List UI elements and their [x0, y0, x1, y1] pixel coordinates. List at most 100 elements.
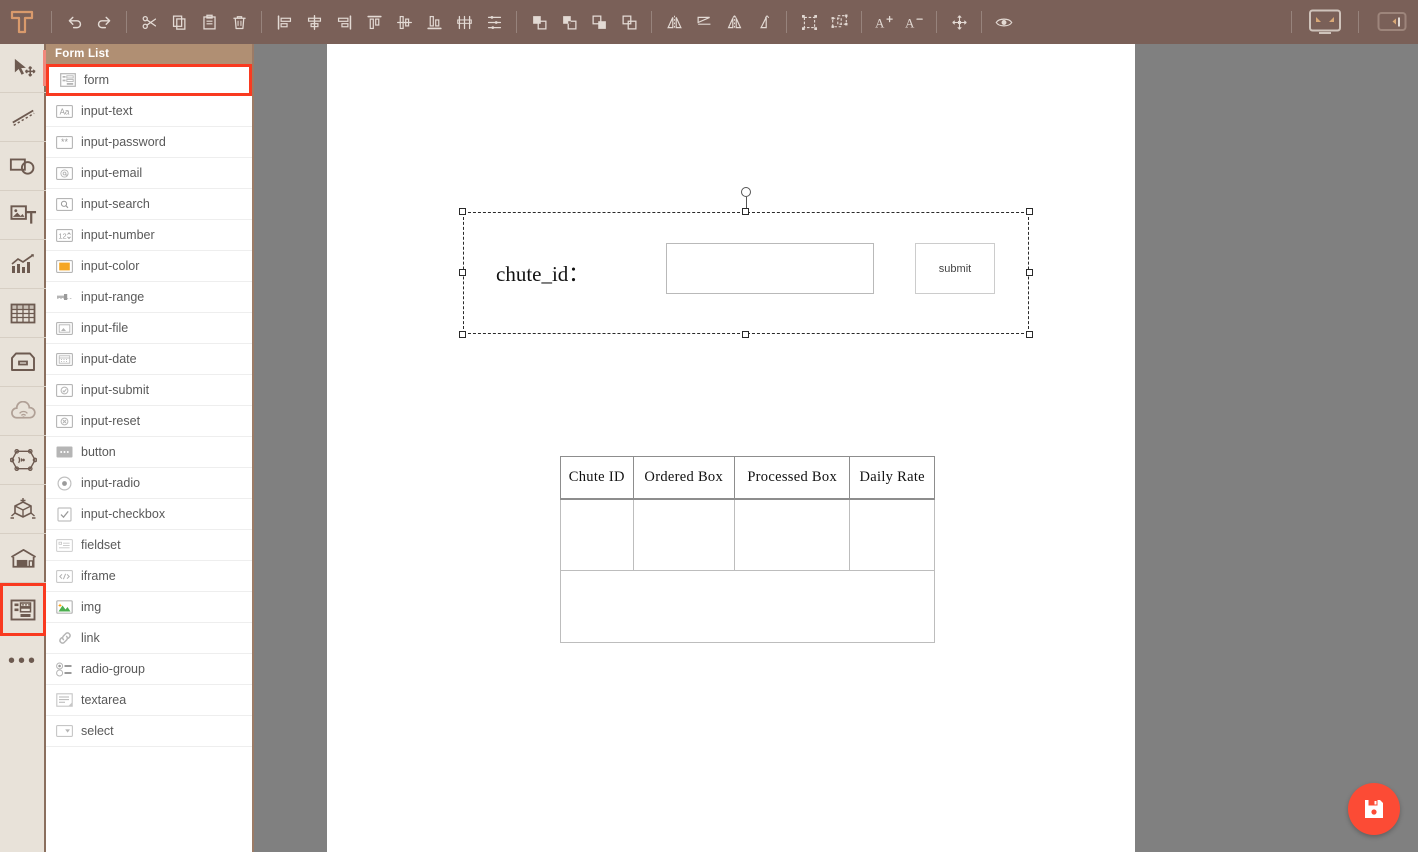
align-bottom-button[interactable] [421, 9, 447, 35]
table-cell[interactable] [849, 498, 935, 571]
form-list-item-label: input-color [81, 259, 140, 273]
rail-item-form[interactable] [0, 583, 46, 636]
link-icon [56, 630, 73, 647]
align-left-button[interactable] [271, 9, 297, 35]
form-list-item-iframe[interactable]: iframe [46, 561, 252, 592]
rail-item-more[interactable]: ••• [0, 636, 46, 685]
rail-item-select-move[interactable] [0, 44, 46, 93]
rail-item-cloud[interactable] [0, 387, 46, 436]
toolbar-divider [936, 11, 937, 33]
design-page[interactable]: chute_id： submit Chute ID Ordered Box Pr… [327, 44, 1135, 852]
form-list-item-input-file[interactable]: input-file [46, 313, 252, 344]
eye-icon [995, 18, 1013, 26]
font-increase-button[interactable]: A [871, 9, 897, 35]
preview-button[interactable] [991, 9, 1017, 35]
input-search-icon [56, 196, 73, 213]
paste-icon [202, 14, 216, 30]
table-cell[interactable] [632, 498, 735, 571]
cloud-wifi-icon [10, 400, 36, 419]
fullscreen-preview-button[interactable] [1299, 0, 1351, 44]
chute-id-input[interactable] [666, 243, 874, 294]
mirror-vertical-button[interactable] [751, 9, 777, 35]
form-list-item-input-color[interactable]: input-color [46, 251, 252, 282]
form-list-item-input-text[interactable]: Aa input-text [46, 96, 252, 127]
distribute-h-button[interactable] [451, 9, 477, 35]
form-list-item-form[interactable]: form [46, 64, 252, 96]
form-list-item-input-radio[interactable]: input-radio [46, 468, 252, 499]
bring-forward-icon [562, 15, 577, 30]
align-center-h-button[interactable] [301, 9, 327, 35]
rail-item-network[interactable] [0, 436, 46, 485]
form-list-item-input-email[interactable]: input-email [46, 158, 252, 189]
form-list-item-radio-group[interactable]: radio-group [46, 654, 252, 685]
move-resize-button[interactable] [946, 9, 972, 35]
mirror-vertical-icon [759, 14, 769, 28]
flip-horizontal-button[interactable] [661, 9, 687, 35]
redo-button[interactable] [91, 9, 117, 35]
input-number-icon: 12 [56, 227, 73, 244]
form-list-item-select[interactable]: select [46, 716, 252, 747]
form-list-item-img[interactable]: img [46, 592, 252, 623]
form-list-item-input-number[interactable]: 12 input-number [46, 220, 252, 251]
rotate-handle[interactable] [741, 187, 751, 197]
rail-item-image-text[interactable] [0, 191, 46, 240]
submit-button[interactable]: submit [915, 243, 995, 294]
align-middle-v-button[interactable] [391, 9, 417, 35]
rail-item-3d-model[interactable] [0, 485, 46, 534]
paste-button[interactable] [196, 9, 222, 35]
align-top-button[interactable] [361, 9, 387, 35]
align-right-icon [337, 14, 351, 30]
panel-toggle-icon [1377, 12, 1407, 31]
form-list-item-link[interactable]: link [46, 623, 252, 654]
rail-item-container[interactable] [0, 338, 46, 387]
copy-button[interactable] [166, 9, 192, 35]
form-list-item-input-submit[interactable]: input-submit [46, 375, 252, 406]
form-list-item-input-reset[interactable]: input-reset [46, 406, 252, 437]
form-panel-icon [10, 599, 36, 620]
save-button[interactable] [1348, 783, 1400, 835]
send-backward-button[interactable] [586, 9, 612, 35]
chute-table[interactable]: Chute ID Ordered Box Processed Box Daily… [560, 456, 935, 643]
delete-button[interactable] [226, 9, 252, 35]
form-list-item-label: input-submit [81, 383, 150, 397]
rail-item-shapes[interactable] [0, 142, 46, 191]
mirror-horizontal-button[interactable] [721, 9, 747, 35]
canvas-area[interactable]: chute_id： submit Chute ID Ordered Box Pr… [254, 44, 1418, 852]
input-range-icon [56, 289, 73, 306]
rail-item-table[interactable] [0, 289, 46, 338]
app-logo[interactable] [0, 0, 44, 44]
toolbar-divider [1358, 11, 1359, 33]
table-cell[interactable] [560, 570, 935, 643]
flip-vertical-button[interactable] [691, 9, 717, 35]
send-to-back-button[interactable] [616, 9, 642, 35]
font-decrease-button[interactable]: A [901, 9, 927, 35]
redo-icon [97, 16, 110, 28]
rail-item-warehouse[interactable] [0, 534, 46, 583]
distribute-v-button[interactable] [481, 9, 507, 35]
align-right-button[interactable] [331, 9, 357, 35]
table-header-cell: Processed Box [733, 456, 851, 500]
undo-button[interactable] [61, 9, 87, 35]
table-cell[interactable] [733, 498, 851, 571]
form-list-item-textarea[interactable]: textarea [46, 685, 252, 716]
fieldset-icon [56, 537, 73, 554]
bring-to-front-button[interactable] [526, 9, 552, 35]
group-button[interactable] [796, 9, 822, 35]
bring-forward-button[interactable] [556, 9, 582, 35]
form-list-item-input-search[interactable]: input-search [46, 189, 252, 220]
selected-form-widget[interactable]: chute_id： submit [459, 187, 1033, 338]
ungroup-button[interactable] [826, 9, 852, 35]
panel-toggle-button[interactable] [1366, 0, 1418, 44]
rail-item-charts[interactable] [0, 240, 46, 289]
form-list-item-fieldset[interactable]: fieldset [46, 530, 252, 561]
rail-item-line-path[interactable] [0, 93, 46, 142]
form-list-item-input-range[interactable]: input-range [46, 282, 252, 313]
form-list-item-input-password[interactable]: ** input-password [46, 127, 252, 158]
cut-button[interactable] [136, 9, 162, 35]
undo-icon [68, 16, 81, 28]
table-cell[interactable] [560, 498, 634, 571]
form-list-item-input-checkbox[interactable]: input-checkbox [46, 499, 252, 530]
form-list-item-button[interactable]: button [46, 437, 252, 468]
form-list-item-input-date[interactable]: input-date [46, 344, 252, 375]
form-list-item-label: fieldset [81, 538, 121, 552]
